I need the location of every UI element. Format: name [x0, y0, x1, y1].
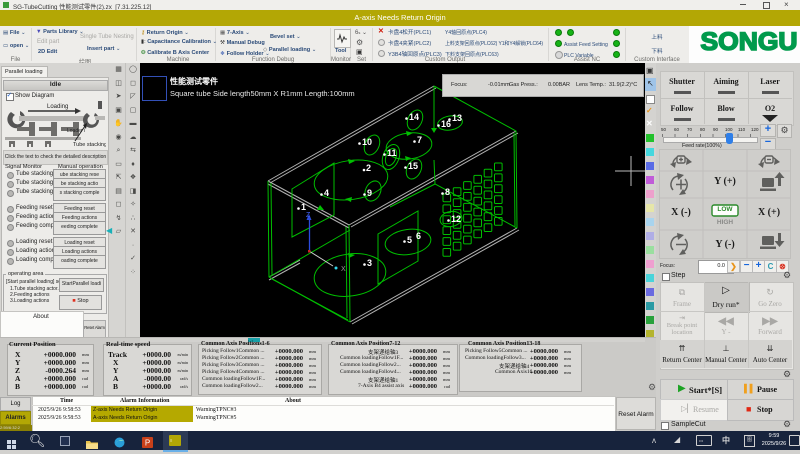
- svg-text:Loading: Loading: [47, 104, 68, 110]
- svg-text:13: 13: [452, 113, 462, 123]
- svg-text:1: 1: [301, 202, 306, 212]
- svg-text:7: 7: [417, 135, 422, 145]
- svg-text:Loader i: Loader i: [67, 128, 85, 134]
- svg-text:Tube stacking: Tube stacking: [73, 142, 106, 148]
- svg-text:12: 12: [451, 214, 461, 224]
- svg-text:3: 3: [367, 258, 372, 268]
- svg-text:Z: Z: [306, 212, 311, 219]
- svg-text:15: 15: [408, 161, 418, 171]
- svg-text:X: X: [341, 266, 346, 273]
- svg-text:11: 11: [387, 148, 397, 158]
- svg-text:SONGU: SONGU: [701, 29, 798, 55]
- svg-text:14: 14: [409, 112, 419, 122]
- svg-text:4: 4: [324, 188, 329, 198]
- svg-text:8: 8: [445, 187, 450, 197]
- svg-text:5: 5: [407, 235, 412, 245]
- svg-text:P: P: [145, 439, 150, 448]
- svg-text:6: 6: [416, 231, 421, 241]
- svg-text:2: 2: [366, 163, 371, 173]
- svg-text:9: 9: [367, 188, 372, 198]
- svg-text:10: 10: [362, 137, 372, 147]
- svg-text:16: 16: [441, 119, 451, 129]
